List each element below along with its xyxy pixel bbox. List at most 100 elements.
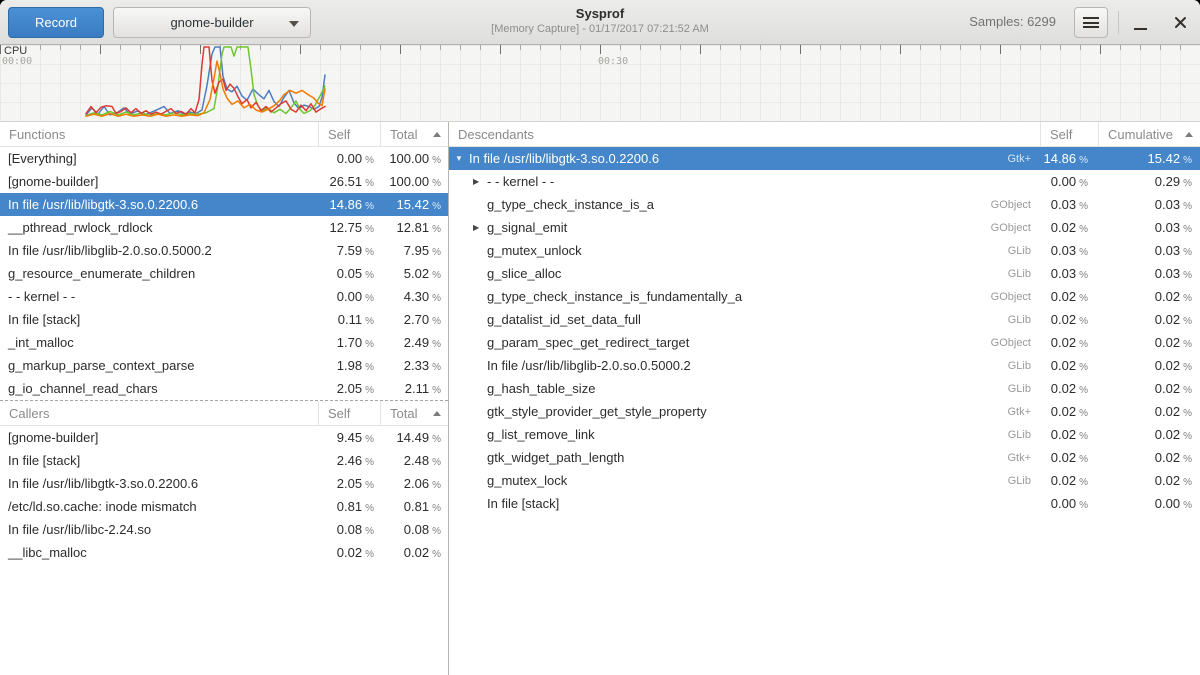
total-percent: 0.08%: [380, 522, 448, 537]
library-tag: GLib: [1008, 268, 1040, 280]
total-percent-value: 14.49: [397, 430, 430, 445]
functions-row[interactable]: g_io_channel_read_chars2.05%2.11%: [0, 377, 448, 400]
descendants-row[interactable]: g_type_check_instance_is_fundamentally_a…: [449, 285, 1200, 308]
descendants-row[interactable]: g_mutex_lockGLib0.02%0.02%: [449, 469, 1200, 492]
percent-sign: %: [1079, 293, 1088, 304]
function-name-text: gtk_style_provider_get_style_property: [487, 404, 707, 419]
descendants-cumulative-column-header[interactable]: Cumulative: [1098, 122, 1200, 146]
callers-row[interactable]: [gnome-builder]9.45%14.49%: [0, 426, 448, 449]
functions-self-column-header[interactable]: Self: [318, 122, 380, 146]
functions-total-column-header[interactable]: Total: [380, 122, 448, 146]
record-button[interactable]: Record: [8, 7, 104, 38]
functions-row[interactable]: g_markup_parse_context_parse1.98%2.33%: [0, 354, 448, 377]
time-tick-label-start: 00:00: [2, 57, 32, 67]
self-percent-value: 0.02: [1051, 335, 1076, 350]
self-percent-value: 14.86: [1044, 151, 1077, 166]
expander-closed-icon[interactable]: ▶: [473, 224, 487, 232]
descendants-row[interactable]: ▼In file /usr/lib/libgtk-3.so.0.2200.6Gt…: [449, 147, 1200, 170]
callers-table-header: Callers Self Total: [0, 401, 448, 426]
library-tag: GObject: [991, 199, 1040, 211]
functions-row[interactable]: [gnome-builder]26.51%100.00%: [0, 170, 448, 193]
descendants-row[interactable]: g_slice_allocGLib0.03%0.03%: [449, 262, 1200, 285]
cumulative-percent-value: 0.03: [1155, 243, 1180, 258]
descendants-row[interactable]: In file /usr/lib/libglib-2.0.so.0.5000.2…: [449, 354, 1200, 377]
library-tag: GLib: [1008, 360, 1040, 372]
percent-sign: %: [1183, 477, 1192, 488]
callers-total-column-header[interactable]: Total: [380, 401, 448, 425]
callers-row[interactable]: In file /usr/lib/libgtk-3.so.0.2200.62.0…: [0, 472, 448, 495]
expander-closed-icon[interactable]: ▶: [473, 178, 487, 186]
cpu-graph[interactable]: CPU 00:00 00:30: [0, 45, 1200, 122]
cumulative-percent: 0.02%: [1098, 427, 1200, 442]
cumulative-percent-value: 15.42: [1148, 151, 1181, 166]
descendants-self-column-header[interactable]: Self: [1040, 122, 1098, 146]
descendants-row[interactable]: g_datalist_id_set_data_fullGLib0.02%0.02…: [449, 308, 1200, 331]
descendants-row[interactable]: g_type_check_instance_is_aGObject0.03%0.…: [449, 193, 1200, 216]
function-name: In file /usr/lib/libglib-2.0.so.0.5000.2…: [449, 358, 1040, 373]
target-process-dropdown[interactable]: gnome-builder: [113, 7, 311, 38]
minimize-button[interactable]: [1122, 7, 1158, 38]
callers-column-header[interactable]: Callers: [0, 401, 318, 425]
expander-open-icon[interactable]: ▼: [455, 155, 469, 163]
descendants-row[interactable]: ▶g_signal_emitGObject0.02%0.03%: [449, 216, 1200, 239]
functions-row[interactable]: - - kernel - -0.00%4.30%: [0, 285, 448, 308]
descendants-row[interactable]: g_list_remove_linkGLib0.02%0.02%: [449, 423, 1200, 446]
functions-row[interactable]: In file /usr/lib/libgtk-3.so.0.2200.614.…: [0, 193, 448, 216]
functions-row[interactable]: In file [stack]0.11%2.70%: [0, 308, 448, 331]
menu-button[interactable]: [1074, 7, 1108, 38]
percent-sign: %: [1183, 316, 1192, 327]
function-name-text: In file [stack]: [487, 496, 559, 511]
percent-sign: %: [1079, 408, 1088, 419]
minimize-icon: [1134, 28, 1147, 30]
library-tag: GLib: [1008, 314, 1040, 326]
functions-row[interactable]: [Everything]0.00%100.00%: [0, 147, 448, 170]
descendants-column-header[interactable]: Descendants: [449, 122, 1040, 146]
descendants-row[interactable]: In file [stack]0.00%0.00%: [449, 492, 1200, 515]
cumulative-percent-value: 0.02: [1155, 473, 1180, 488]
function-name-text: g_signal_emit: [487, 220, 567, 235]
descendants-row[interactable]: g_mutex_unlockGLib0.03%0.03%: [449, 239, 1200, 262]
self-percent: 2.05%: [318, 476, 380, 491]
functions-row[interactable]: _int_malloc1.70%2.49%: [0, 331, 448, 354]
percent-sign: %: [432, 155, 441, 166]
percent-sign: %: [1079, 201, 1088, 212]
callers-row[interactable]: In file [stack]2.46%2.48%: [0, 449, 448, 472]
cumulative-percent-value: 0.02: [1155, 312, 1180, 327]
descendants-row[interactable]: g_param_spec_get_redirect_targetGObject0…: [449, 331, 1200, 354]
function-name: g_type_check_instance_is_fundamentally_a…: [449, 289, 1040, 304]
self-percent-value: 0.81: [337, 499, 362, 514]
callers-self-column-header[interactable]: Self: [318, 401, 380, 425]
percent-sign: %: [1079, 477, 1088, 488]
descendants-row[interactable]: ▶- - kernel - -0.00%0.29%: [449, 170, 1200, 193]
descendants-row[interactable]: g_hash_table_sizeGLib0.02%0.02%: [449, 377, 1200, 400]
sort-ascending-icon: [433, 132, 441, 137]
callers-row[interactable]: In file /usr/lib/libc-2.24.so0.08%0.08%: [0, 518, 448, 541]
self-percent-value: 0.08: [337, 522, 362, 537]
library-tag: GLib: [1008, 475, 1040, 487]
close-button[interactable]: [1162, 7, 1198, 38]
descendants-row[interactable]: gtk_style_provider_get_style_propertyGtk…: [449, 400, 1200, 423]
callers-row[interactable]: __libc_malloc0.02%0.02%: [0, 541, 448, 564]
percent-sign: %: [1079, 270, 1088, 281]
descendants-row[interactable]: gtk_widget_path_lengthGtk+0.02%0.02%: [449, 446, 1200, 469]
total-percent-value: 0.81: [404, 499, 429, 514]
percent-sign: %: [365, 293, 374, 304]
self-percent-value: 2.05: [337, 381, 362, 396]
self-percent: 0.00%: [318, 151, 380, 166]
callers-row[interactable]: /etc/ld.so.cache: inode mismatch0.81%0.8…: [0, 495, 448, 518]
self-percent-value: 2.05: [337, 476, 362, 491]
functions-row[interactable]: g_resource_enumerate_children0.05%5.02%: [0, 262, 448, 285]
function-name-text: - - kernel - -: [487, 174, 554, 189]
total-percent-value: 100.00: [389, 174, 429, 189]
self-percent: 0.00%: [1040, 496, 1098, 511]
function-name-text: g_list_remove_link: [487, 427, 595, 442]
functions-row[interactable]: In file /usr/lib/libglib-2.0.so.0.5000.2…: [0, 239, 448, 262]
cumulative-percent: 0.02%: [1098, 450, 1200, 465]
function-name: _int_malloc: [0, 335, 318, 350]
function-name: In file [stack]: [449, 496, 1040, 511]
percent-sign: %: [365, 480, 374, 491]
percent-sign: %: [432, 293, 441, 304]
functions-row[interactable]: __pthread_rwlock_rdlock12.75%12.81%: [0, 216, 448, 239]
library-tag: GObject: [991, 222, 1040, 234]
functions-column-header[interactable]: Functions: [0, 122, 318, 146]
